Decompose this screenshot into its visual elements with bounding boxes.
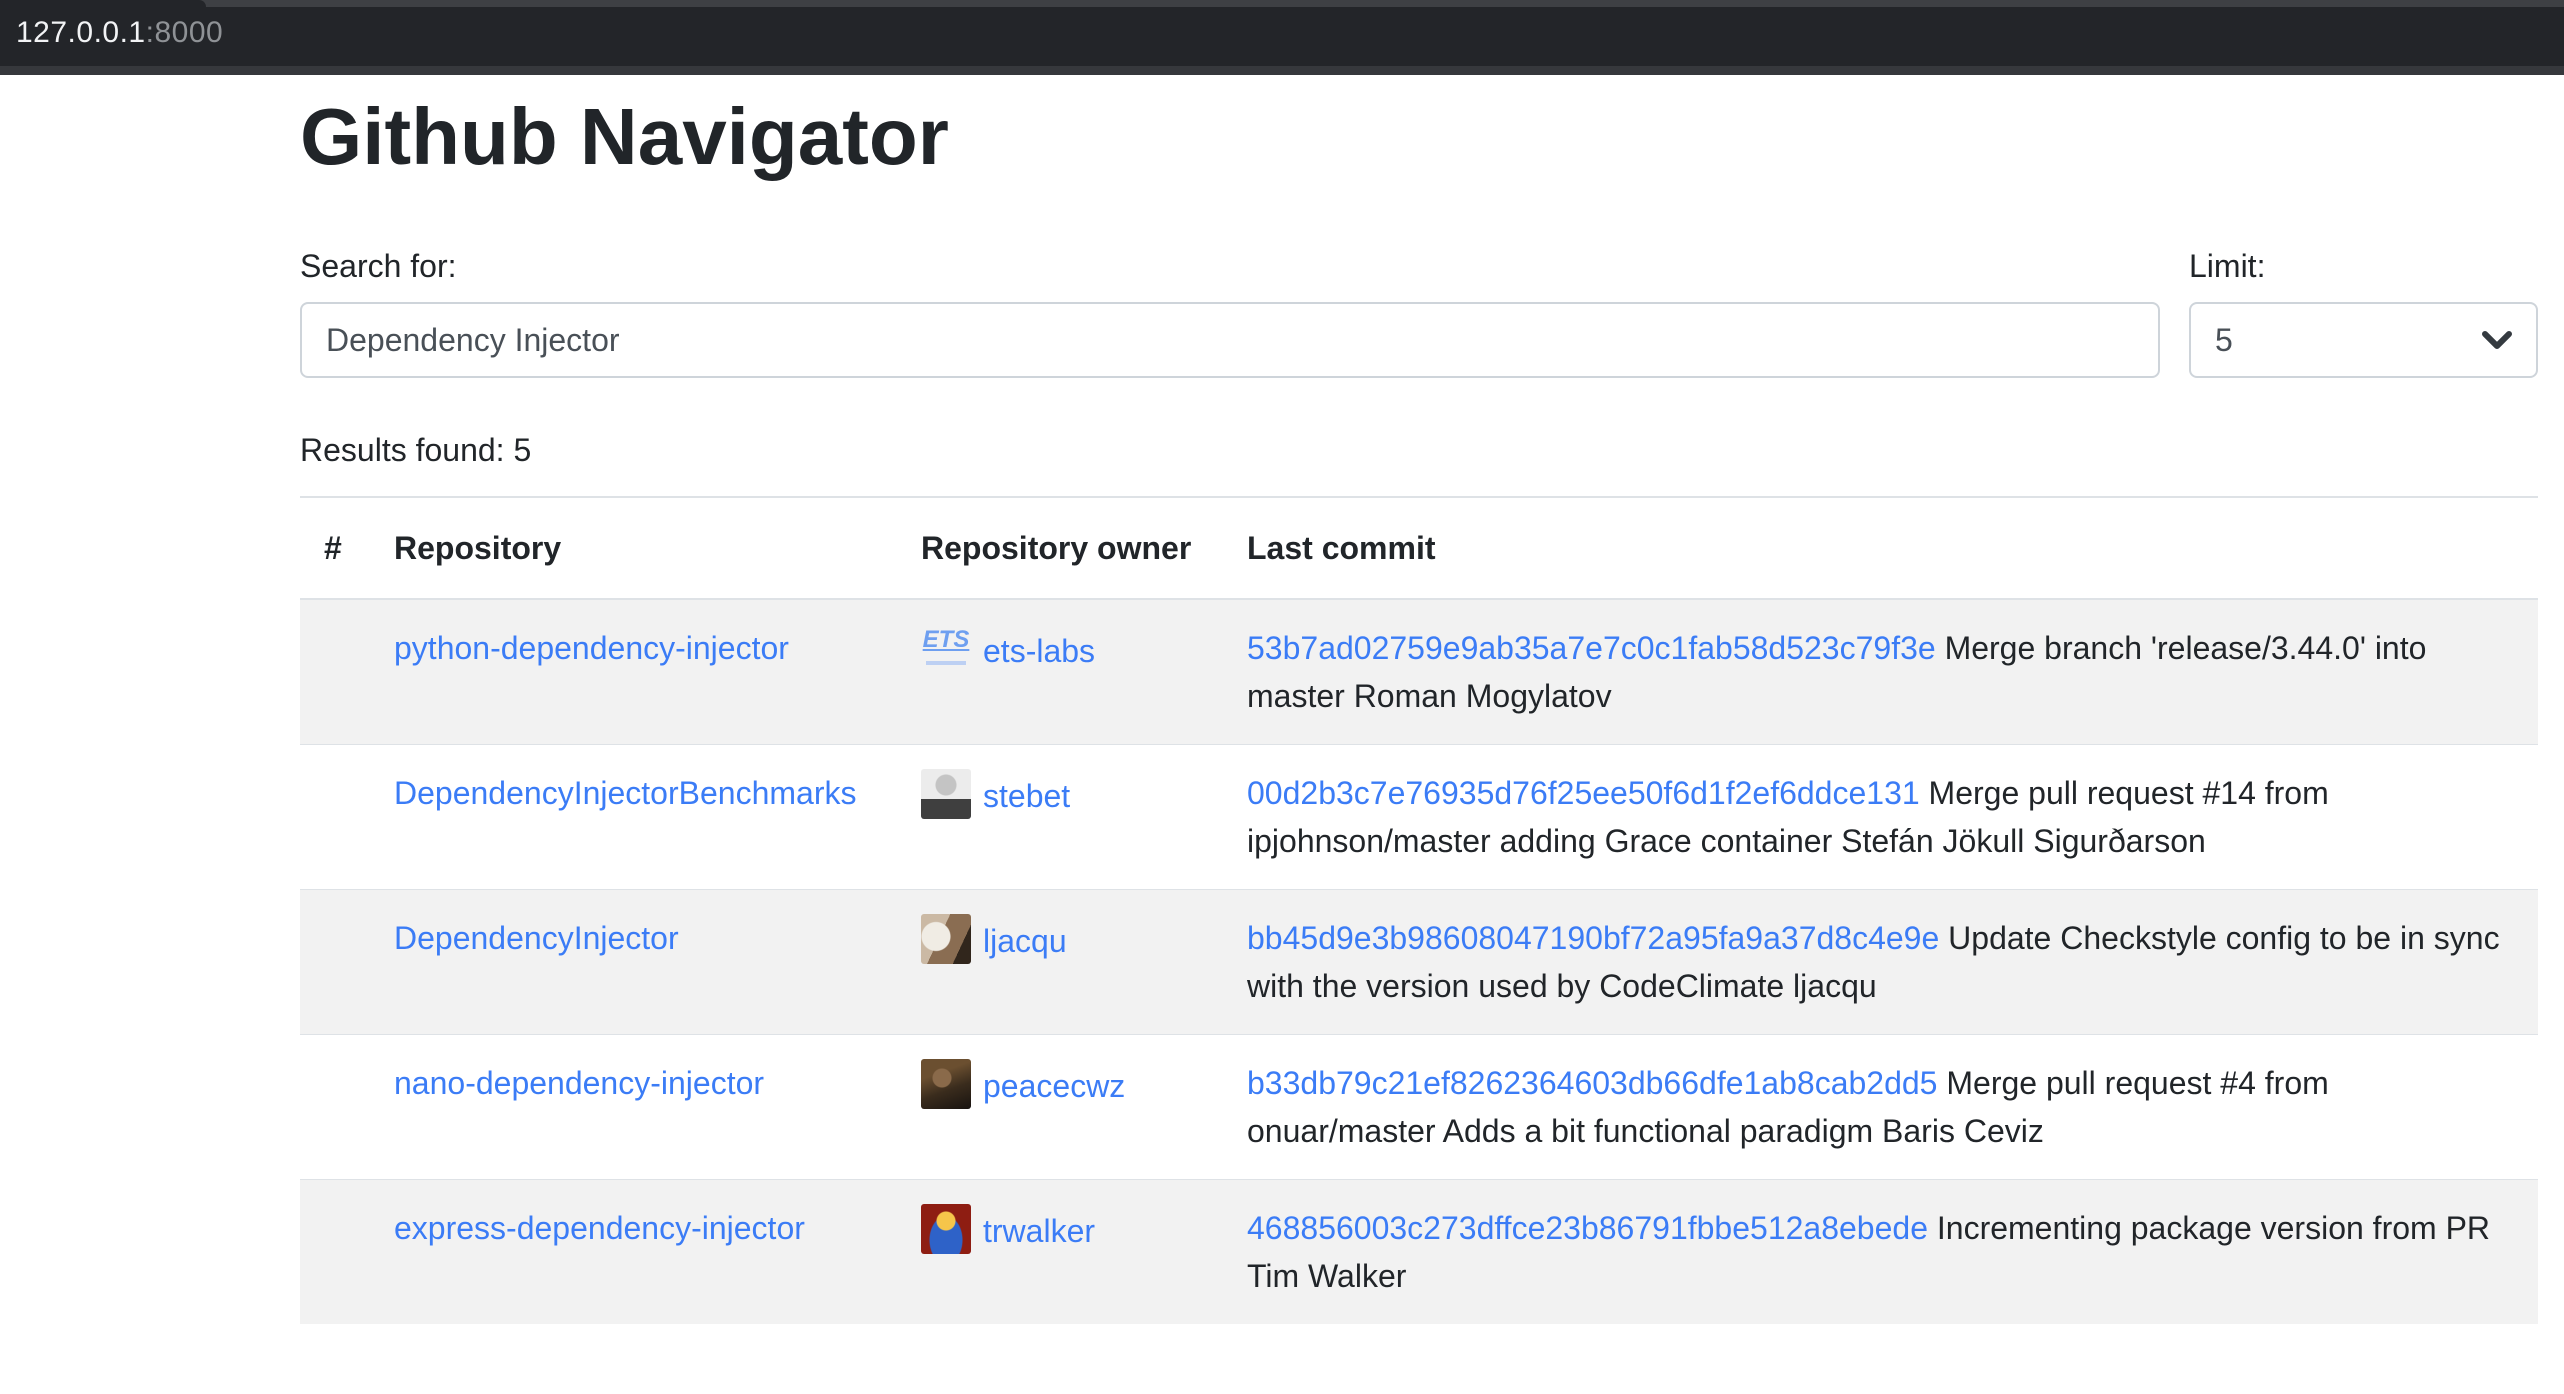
browser-tab-strip — [0, 0, 2564, 7]
repository-link[interactable]: DependencyInjectorBenchmarks — [394, 775, 856, 811]
row-index-cell — [300, 890, 370, 1035]
commit-cell: b33db79c21ef8262364603db66dfe1ab8cab2dd5… — [1223, 1035, 2538, 1180]
owner-cell: ljacqu — [897, 890, 1223, 1035]
repository-cell: DependencyInjectorBenchmarks — [370, 745, 897, 890]
row-index-cell — [300, 1180, 370, 1325]
commit-cell: 468856003c273dffce23b86791fbbe512a8ebede… — [1223, 1180, 2538, 1325]
owner-link[interactable]: trwalker — [983, 1213, 1095, 1249]
commit-hash-link[interactable]: 468856003c273dffce23b86791fbbe512a8ebede — [1247, 1210, 1928, 1246]
search-label: Search for: — [300, 243, 2160, 289]
address-bar[interactable]: 127.0.0.1:8000 — [16, 0, 223, 66]
owner-avatar — [921, 1059, 971, 1109]
table-row: python-dependency-injector ETS ets-labs … — [300, 599, 2538, 745]
results-summary: Results found: 5 — [300, 432, 2538, 468]
owner-cell: peacecwz — [897, 1035, 1223, 1180]
browser-chrome: 127.0.0.1:8000 — [0, 0, 2564, 75]
repository-cell: DependencyInjector — [370, 890, 897, 1035]
table-row: DependencyInjector ljacqu bb45d9e3b98608… — [300, 890, 2538, 1035]
url-port: :8000 — [146, 16, 224, 50]
header-last-commit: Last commit — [1223, 497, 2538, 599]
repository-cell: python-dependency-injector — [370, 599, 897, 745]
header-index: # — [300, 497, 370, 599]
commit-cell: 53b7ad02759e9ab35a7e7c0c1fab58d523c79f3e… — [1223, 599, 2538, 745]
limit-select[interactable]: 5 — [2189, 302, 2538, 378]
url-host: 127.0.0.1 — [16, 16, 146, 50]
header-repository: Repository — [370, 497, 897, 599]
row-index-cell — [300, 1035, 370, 1180]
limit-label: Limit: — [2189, 243, 2538, 289]
row-index-cell — [300, 745, 370, 890]
main-content: Github Navigator Search for: Limit: 5 Re… — [300, 89, 2538, 1324]
commit-hash-link[interactable]: b33db79c21ef8262364603db66dfe1ab8cab2dd5 — [1247, 1065, 1937, 1101]
owner-link[interactable]: ljacqu — [983, 923, 1067, 959]
results-table: # Repository Repository owner Last commi… — [300, 496, 2538, 1324]
commit-cell: bb45d9e3b98608047190bf72a95fa9a37d8c4e9e… — [1223, 890, 2538, 1035]
repository-link[interactable]: DependencyInjector — [394, 920, 679, 956]
row-index-cell — [300, 599, 370, 745]
commit-hash-link[interactable]: bb45d9e3b98608047190bf72a95fa9a37d8c4e9e — [1247, 920, 1939, 956]
owner-avatar — [921, 1204, 971, 1254]
search-input[interactable] — [300, 302, 2160, 378]
table-row: nano-dependency-injector peacecwz b33db7… — [300, 1035, 2538, 1180]
commit-hash-link[interactable]: 53b7ad02759e9ab35a7e7c0c1fab58d523c79f3e — [1247, 630, 1936, 666]
owner-link[interactable]: peacecwz — [983, 1068, 1125, 1104]
table-row: DependencyInjectorBenchmarks stebet 00d2… — [300, 745, 2538, 890]
repository-cell: express-dependency-injector — [370, 1180, 897, 1325]
commit-hash-link[interactable]: 00d2b3c7e76935d76f25ee50f6d1f2ef6ddce131 — [1247, 775, 1920, 811]
owner-avatar — [921, 769, 971, 819]
owner-avatar: ETS — [921, 624, 971, 674]
search-group: Search for: — [300, 243, 2160, 378]
repository-cell: nano-dependency-injector — [370, 1035, 897, 1180]
chrome-bottom-strip — [0, 66, 2564, 75]
repository-link[interactable]: express-dependency-injector — [394, 1210, 805, 1246]
owner-link[interactable]: ets-labs — [983, 633, 1095, 669]
owner-cell: stebet — [897, 745, 1223, 890]
commit-cell: 00d2b3c7e76935d76f25ee50f6d1f2ef6ddce131… — [1223, 745, 2538, 890]
table-header: # Repository Repository owner Last commi… — [300, 497, 2538, 599]
page-title: Github Navigator — [300, 89, 2538, 185]
table-body: python-dependency-injector ETS ets-labs … — [300, 599, 2538, 1324]
search-form: Search for: Limit: 5 — [300, 243, 2538, 378]
owner-avatar — [921, 914, 971, 964]
limit-group: Limit: 5 — [2189, 243, 2538, 378]
table-row: express-dependency-injector trwalker 468… — [300, 1180, 2538, 1325]
owner-cell: trwalker — [897, 1180, 1223, 1325]
owner-cell: ETS ets-labs — [897, 599, 1223, 745]
repository-link[interactable]: nano-dependency-injector — [394, 1065, 764, 1101]
repository-link[interactable]: python-dependency-injector — [394, 630, 789, 666]
owner-link[interactable]: stebet — [983, 778, 1070, 814]
avatar-logo-text: ETS — [921, 626, 971, 654]
header-owner: Repository owner — [897, 497, 1223, 599]
